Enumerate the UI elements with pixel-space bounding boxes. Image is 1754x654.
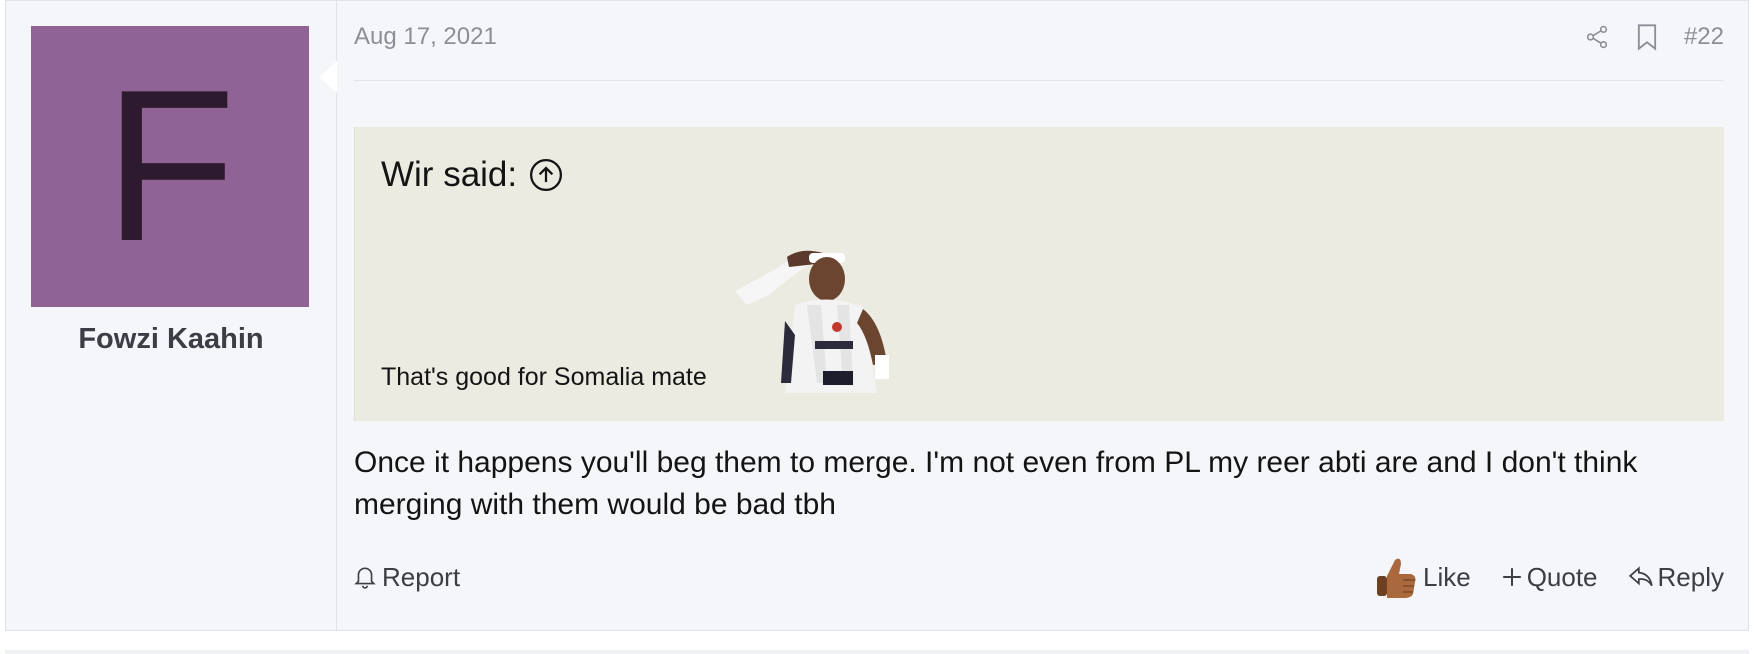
quote-block: Wir said: That's good for Somalia mate [354,127,1724,421]
like-label: Like [1422,561,1471,592]
user-cell: F Fowzi Kaahin [6,1,337,630]
avatar-letter: F [104,43,236,286]
forum-post: F Fowzi Kaahin Aug 17, 2021 #22 Wir said… [5,0,1749,631]
quote-button[interactable]: Quote [1501,562,1598,593]
report-button[interactable]: Report [354,562,460,593]
quote-label: Quote [1526,561,1598,592]
post-main: Aug 17, 2021 #22 Wir said: That's good f… [354,1,1724,630]
next-post-edge [5,650,1749,654]
reply-arrow-icon [1628,565,1654,589]
arrow-up-circle-icon[interactable] [529,158,563,192]
bookmark-icon[interactable] [1636,23,1658,51]
salute-gif-image [725,243,903,393]
post-actions: Like Quote Reply [1373,554,1724,600]
quote-text: That's good for Somalia mate [381,363,707,391]
plus-icon [1501,566,1523,588]
bell-icon [354,565,376,589]
avatar[interactable]: F [31,26,309,307]
share-icon[interactable] [1584,24,1610,50]
quote-title: Wir said: [381,155,563,195]
post-message: Once it happens you'll beg them to merge… [354,446,1638,521]
post-footer: Report Like Quote Reply [354,551,1724,603]
reply-label: Reply [1657,561,1724,592]
quote-author: Wir said: [381,155,518,194]
attribution-actions: #22 [1584,23,1724,51]
post-date[interactable]: Aug 17, 2021 [354,23,497,51]
thumbs-up-icon [1373,554,1419,600]
post-number[interactable]: #22 [1684,23,1724,51]
report-label: Report [382,561,461,592]
username[interactable]: Fowzi Kaahin [6,323,336,356]
user-arrow [318,60,337,94]
like-button[interactable]: Like [1373,554,1471,600]
reply-button[interactable]: Reply [1628,562,1724,593]
post-attribution: Aug 17, 2021 #22 [354,1,1724,81]
